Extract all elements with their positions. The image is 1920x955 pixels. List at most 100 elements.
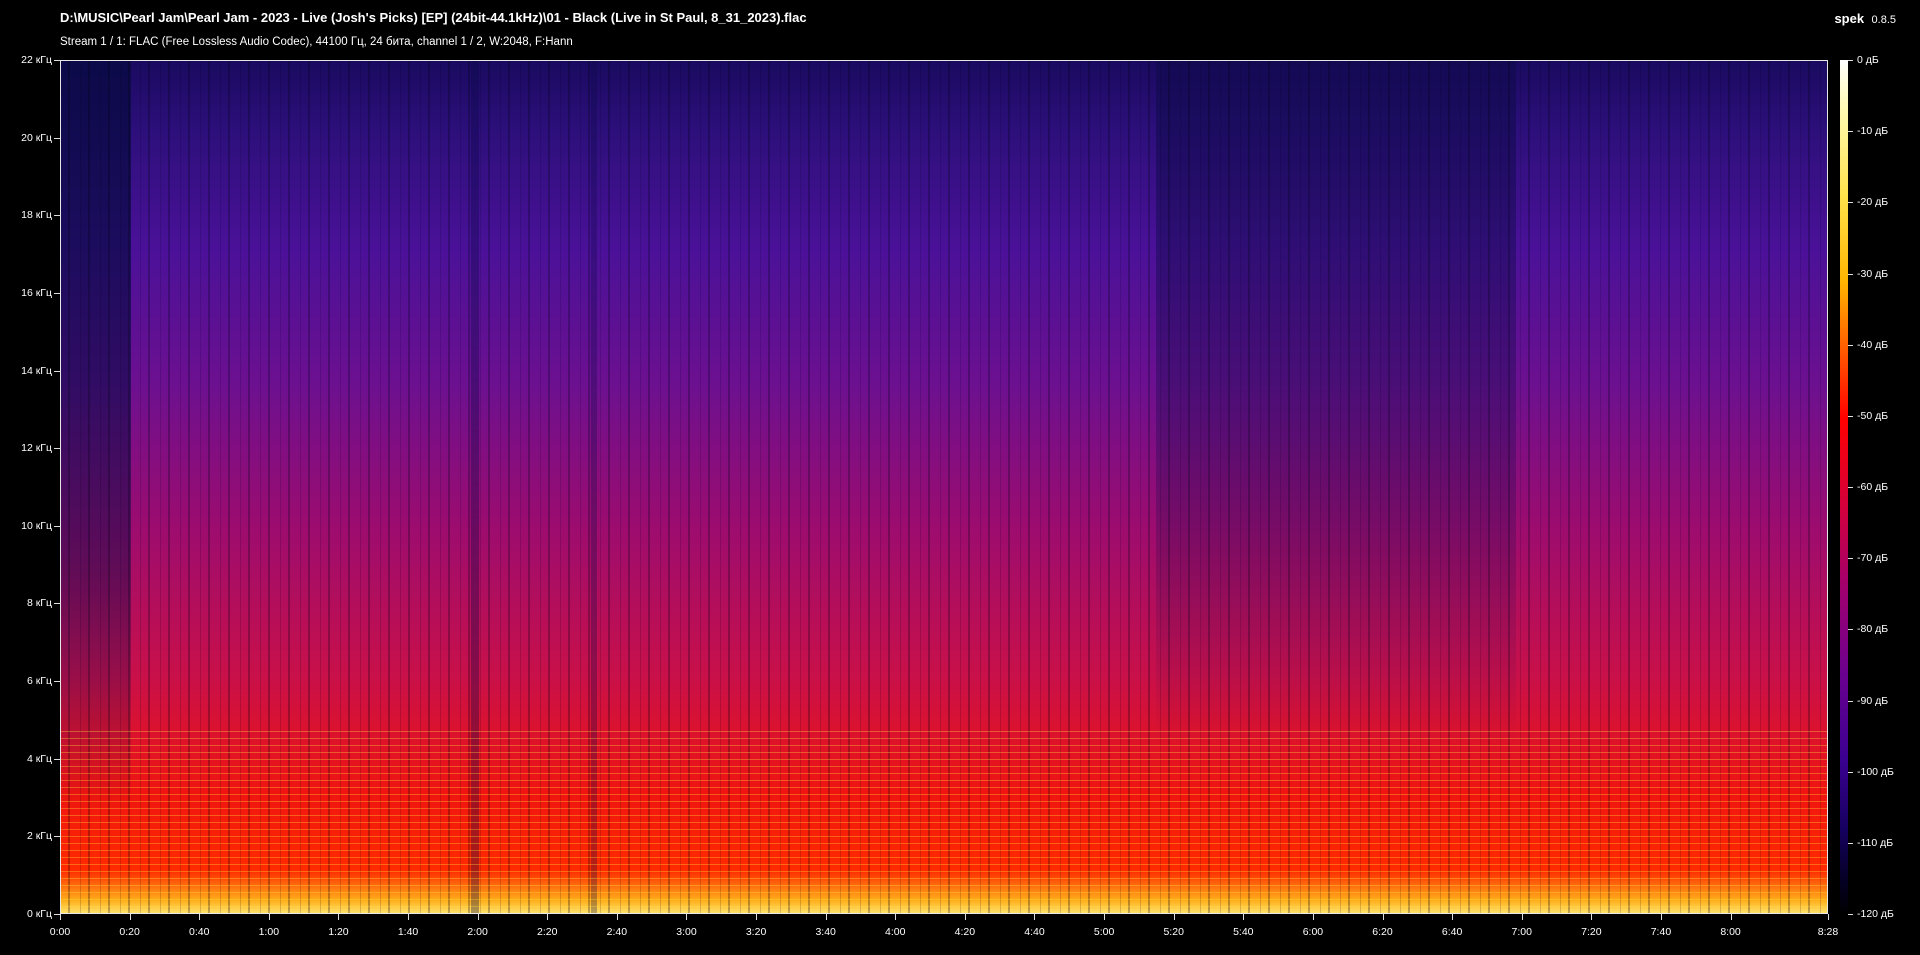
time-tick-mark	[1660, 914, 1662, 920]
time-tick-label: 5:20	[1163, 926, 1184, 938]
app-name: spek	[1834, 11, 1865, 26]
db-tick-mark	[1848, 131, 1853, 133]
time-tick-label: 2:00	[467, 926, 488, 938]
time-tick-label: 6:00	[1302, 926, 1324, 938]
harmonic-bands	[61, 725, 1827, 913]
time-tick-mark	[547, 914, 549, 920]
frequency-tick-label: 14 кГц	[21, 364, 52, 377]
time-tick-label: 1:40	[397, 926, 419, 938]
frequency-tick-label: 18 кГц	[21, 209, 52, 222]
db-tick-label: -20 дБ	[1857, 196, 1889, 209]
db-tick-label: -40 дБ	[1857, 338, 1889, 351]
db-tick-mark	[1848, 771, 1853, 773]
frequency-tick-label: 10 кГц	[21, 519, 52, 532]
time-tick-mark	[1591, 914, 1593, 920]
db-tick-label: -50 дБ	[1857, 409, 1889, 422]
file-path-title: D:\MUSIC\Pearl Jam\Pearl Jam - 2023 - Li…	[60, 10, 807, 25]
db-tick-mark	[1848, 914, 1853, 915]
frequency-tick-mark	[54, 448, 60, 450]
time-tick-mark	[1243, 914, 1245, 920]
frequency-tick-label: 12 кГц	[21, 442, 52, 455]
time-tick-mark	[60, 914, 61, 920]
time-tick-label: 1:00	[258, 926, 280, 938]
time-tick-mark	[964, 914, 966, 920]
frequency-tick-mark	[54, 603, 60, 605]
frequency-tick-label: 16 кГц	[21, 286, 52, 299]
time-tick-mark	[1312, 914, 1314, 920]
time-tick-label: 7:20	[1581, 926, 1602, 938]
time-tick-mark	[129, 914, 131, 920]
time-tick-mark	[686, 914, 688, 920]
time-tick-mark	[1521, 914, 1523, 920]
db-tick-mark	[1848, 273, 1853, 275]
spek-window: D:\MUSIC\Pearl Jam\Pearl Jam - 2023 - Li…	[0, 0, 1920, 955]
frequency-tick-mark	[54, 758, 60, 760]
db-tick-mark	[1848, 700, 1853, 702]
time-tick-label: 5:00	[1093, 926, 1115, 938]
db-tick-mark	[1848, 415, 1853, 417]
time-tick-label: 5:40	[1233, 926, 1254, 938]
time-tick-mark	[338, 914, 340, 920]
time-tick-label: 4:40	[1024, 926, 1045, 938]
db-tick-label: -90 дБ	[1857, 694, 1889, 707]
time-tick-label: 7:00	[1511, 926, 1532, 938]
db-tick-label: -100 дБ	[1857, 765, 1894, 778]
time-tick-mark	[1104, 914, 1106, 920]
frequency-tick-mark	[54, 292, 60, 294]
time-tick-mark	[268, 914, 270, 920]
time-tick-mark	[825, 914, 827, 920]
frequency-tick-label: 2 кГц	[26, 830, 52, 843]
spectrogram-plot[interactable]	[60, 60, 1828, 914]
time-tick-label: 3:20	[745, 926, 767, 938]
frequency-tick-mark	[54, 215, 60, 217]
time-tick-mark	[616, 914, 618, 920]
db-tick-label: -120 дБ	[1857, 908, 1894, 920]
time-tick-label: 2:40	[606, 926, 628, 938]
time-tick-mark	[408, 914, 410, 920]
frequency-tick-label: 20 кГц	[21, 131, 52, 144]
frequency-tick-label: 22 кГц	[21, 54, 52, 66]
time-tick-label: 8:00	[1720, 926, 1741, 938]
time-tick-mark	[1173, 914, 1175, 920]
time-tick-mark	[1452, 914, 1454, 920]
time-tick-mark	[1828, 914, 1829, 920]
frequency-tick-mark	[54, 681, 60, 683]
time-tick-mark	[1034, 914, 1036, 920]
app-version: 0.8.5	[1871, 14, 1896, 26]
db-tick-mark	[1848, 487, 1853, 488]
time-tick-label: 6:40	[1441, 926, 1463, 938]
time-tick-label: 1:20	[328, 926, 349, 938]
db-tick-mark	[1848, 344, 1853, 346]
time-tick-label: 3:40	[815, 926, 836, 938]
time-tick-label: 3:00	[676, 926, 697, 938]
db-tick-label: -70 дБ	[1857, 552, 1889, 565]
time-tick-mark	[756, 914, 758, 920]
db-tick-label: 0 дБ	[1857, 54, 1879, 66]
time-tick-label: 4:20	[954, 926, 976, 938]
time-tick-mark	[199, 914, 201, 920]
time-tick-mark	[1730, 914, 1732, 920]
db-tick-mark	[1848, 202, 1853, 204]
time-tick-mark	[477, 914, 479, 920]
time-tick-mark	[895, 914, 897, 920]
db-tick-mark	[1848, 842, 1853, 844]
db-colorbar	[1840, 60, 1848, 914]
db-tick-label: -10 дБ	[1857, 125, 1889, 138]
frequency-tick-mark	[54, 60, 60, 61]
time-tick-label: 8:28	[1817, 926, 1839, 938]
frequency-tick-label: 8 кГц	[26, 597, 52, 610]
frequency-tick-label: 4 кГц	[26, 752, 52, 765]
db-tick-mark	[1848, 60, 1853, 61]
time-tick-label: 0:00	[49, 926, 71, 938]
time-tick-label: 2:20	[537, 926, 558, 938]
frequency-tick-mark	[54, 370, 60, 372]
time-tick-mark	[1382, 914, 1384, 920]
frequency-tick-label: 0 кГц	[26, 908, 52, 920]
db-tick-mark	[1848, 629, 1853, 631]
db-tick-mark	[1848, 558, 1853, 560]
time-tick-label: 7:40	[1650, 926, 1672, 938]
frequency-tick-mark	[54, 137, 60, 139]
db-tick-label: -110 дБ	[1857, 836, 1894, 849]
time-tick-label: 4:00	[885, 926, 906, 938]
app-brand: spek 0.8.5	[1834, 10, 1896, 28]
